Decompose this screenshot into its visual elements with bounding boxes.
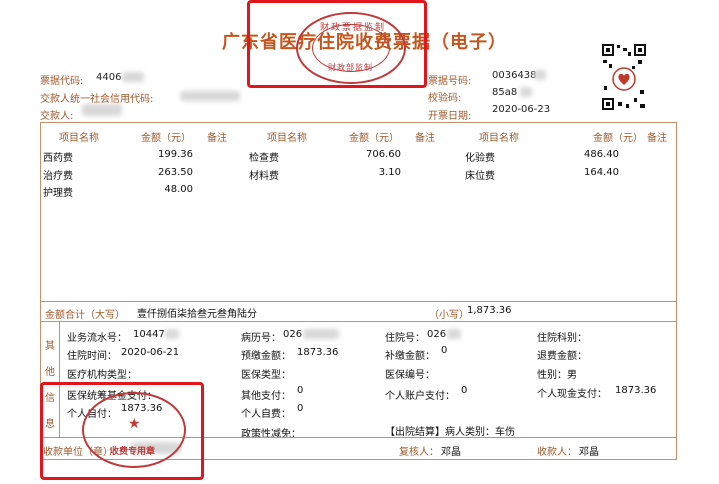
admission-time-value: 2020-06-21	[121, 347, 180, 358]
redacted-serial	[165, 329, 179, 339]
redacted-case-number	[303, 329, 339, 339]
total-uppercase-value: 壹仟捌佰柒拾叁元叁角陆分	[137, 309, 257, 320]
inpatient-number-value: 026	[427, 329, 447, 340]
item-name: 护理费	[43, 188, 73, 199]
total-small-label: （小写）	[429, 310, 469, 321]
bill-number-value: 0036438	[492, 70, 537, 81]
item-name: 床位费	[465, 171, 495, 182]
insurance-number-label: 医保编号：	[385, 370, 435, 381]
check-code-value: 85a8	[492, 87, 518, 98]
col-header-amount-1: 金额（元）	[141, 133, 191, 144]
item-amount: 706.60	[366, 149, 401, 160]
qr-code-icon	[600, 42, 648, 112]
other-info-side-char: 他	[45, 367, 55, 378]
bill-code-label: 票据代码:	[40, 76, 84, 87]
issue-date-value: 2020-06-23	[492, 104, 551, 115]
other-pay-label: 其他支付：	[241, 391, 291, 402]
prepay-value: 1873.36	[297, 347, 339, 358]
redacted-payer-name	[82, 104, 122, 116]
col-header-note-1: 备注	[207, 133, 227, 144]
case-number-label: 病历号：	[241, 333, 281, 344]
department-label: 住院科别：	[537, 333, 587, 344]
redacted-inpatient-number	[447, 329, 461, 339]
inpatient-number-label: 住院号：	[385, 333, 425, 344]
redacted-bill-number	[534, 70, 546, 80]
supplement-label: 补缴金额：	[385, 351, 435, 362]
col-header-item-1: 项目名称	[59, 133, 99, 144]
bill-page: 广东省医疗住院收费票据（电子） 财政票据监制 财政部监制 票据代码: 4406 …	[0, 0, 719, 484]
col-header-note-3: 备注	[647, 133, 667, 144]
item-name: 检查费	[249, 153, 279, 164]
item-name: 治疗费	[43, 171, 73, 182]
item-amount: 164.40	[584, 167, 619, 178]
payer-credit-code-label: 交款人统一社会信用代码:	[40, 94, 154, 105]
item-amount: 486.40	[584, 149, 619, 160]
check-code-label: 校验码:	[428, 93, 462, 104]
highlight-box-top	[247, 0, 427, 88]
payee-value: 邓晶	[579, 447, 599, 458]
item-name: 材料费	[249, 171, 279, 182]
reviewer-label: 复核人：	[399, 447, 439, 458]
supplement-value: 0	[441, 345, 448, 356]
self-expense-value: 0	[297, 403, 304, 414]
item-amount: 48.00	[164, 184, 193, 195]
admission-time-label: 住院时间：	[67, 351, 117, 362]
discharge-settlement: 【出院结算】病人类别：车伤	[385, 427, 515, 438]
institution-type-label: 医疗机构类型：	[67, 370, 137, 381]
item-amount: 199.36	[158, 149, 193, 160]
serial-label: 业务流水号：	[67, 333, 127, 344]
insurance-type-label: 医保类型：	[241, 370, 291, 381]
other-info-side-char: 其	[45, 341, 55, 352]
case-number-value: 026	[283, 329, 303, 340]
prepay-label: 预缴金额：	[241, 351, 291, 362]
payee-label: 收款人：	[537, 447, 577, 458]
item-amount: 3.10	[378, 167, 401, 178]
issue-date-label: 开票日期:	[428, 111, 472, 122]
other-pay-value: 0	[297, 385, 304, 396]
account-pay-value: 0	[461, 385, 468, 396]
item-name: 西药费	[43, 153, 73, 164]
item-name: 化验费	[465, 153, 495, 164]
redacted-bill-code	[122, 72, 144, 82]
total-row-top-line	[41, 301, 676, 302]
col-header-note-2: 备注	[415, 133, 435, 144]
total-uppercase-label: 金额合计（大写）	[45, 310, 125, 321]
col-header-item-3: 项目名称	[479, 133, 519, 144]
bill-code-value: 4406	[96, 72, 122, 83]
col-header-item-2: 项目名称	[267, 133, 307, 144]
col-header-amount-3: 金额（元）	[593, 133, 643, 144]
redacted-payer-credit-code	[180, 91, 240, 101]
total-small-value: 1,873.36	[467, 305, 512, 316]
account-pay-label: 个人账户支付：	[385, 391, 455, 402]
bill-number-label: 票据号码:	[428, 76, 472, 87]
redacted-check-code	[520, 87, 532, 97]
refund-label: 退费金额：	[537, 351, 587, 362]
total-row-bottom-line	[41, 321, 676, 322]
gender-value: 男	[567, 370, 577, 381]
self-expense-label: 个人自费：	[241, 409, 291, 420]
serial-value: 10447	[133, 329, 165, 340]
payer-label: 交款人:	[40, 111, 74, 122]
reviewer-value: 邓晶	[441, 447, 461, 458]
highlight-box-bottom	[40, 382, 204, 480]
gender-label: 性别：	[537, 370, 567, 381]
cash-pay-value: 1873.36	[615, 385, 657, 396]
col-header-amount-2: 金额（元）	[349, 133, 399, 144]
cash-pay-label: 个人现金支付：	[537, 389, 607, 400]
item-amount: 263.50	[158, 167, 193, 178]
